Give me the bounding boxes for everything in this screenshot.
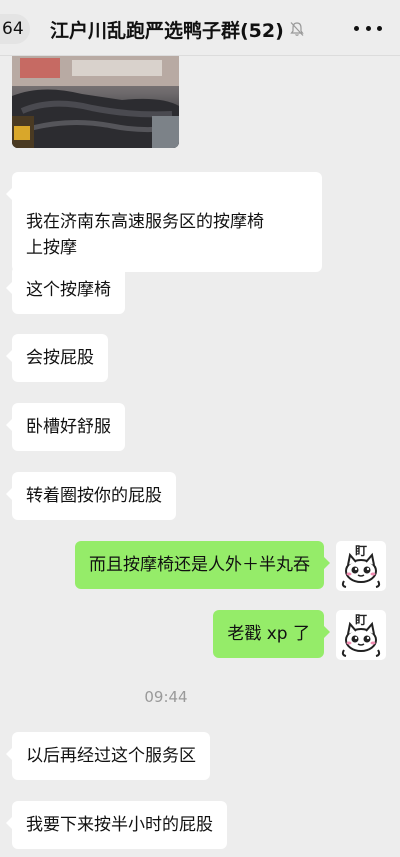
unread-count: 64	[2, 19, 24, 39]
chat-title: 江户川乱跑严选鸭子群(52)	[50, 14, 306, 44]
avatar-label: 盯	[354, 544, 367, 558]
message-text: 这个按摩椅	[26, 280, 111, 300]
message-text: 转着圈按你的屁股	[26, 486, 162, 506]
message-text: 而且按摩椅还是人外＋半丸吞	[89, 555, 310, 575]
message-bubble[interactable]: 我在济南东高速服务区的按摩椅 上按摩	[6, 172, 322, 272]
message-timestamp: 09:44	[144, 688, 188, 706]
message-text: 我在济南东高速服务区的按摩椅 上按摩	[26, 212, 264, 258]
avatar-label: 盯	[354, 613, 367, 627]
avatar[interactable]: 盯	[336, 541, 386, 591]
photo-illustration	[12, 56, 179, 148]
more-dots-icon[interactable]	[354, 22, 382, 34]
message-bubble[interactable]: 转着圈按你的屁股	[6, 472, 176, 520]
message-text: 以后再经过这个服务区	[26, 746, 196, 766]
message-bubble[interactable]: 会按屁股	[6, 334, 108, 382]
message-bubble-sent[interactable]: 而且按摩椅还是人外＋半丸吞	[75, 541, 330, 589]
message-bubble-sent[interactable]: 老戳 xp 了	[213, 610, 330, 658]
message-bubble[interactable]: 卧槽好舒服	[6, 403, 125, 451]
group-name: 江户川乱跑严选鸭子群(52)	[50, 19, 284, 42]
avatar[interactable]: 盯	[336, 610, 386, 660]
message-text: 老戳 xp 了	[227, 624, 310, 644]
message-text: 我要下来按半小时的屁股	[26, 815, 213, 835]
bell-slash-icon	[290, 22, 304, 36]
message-bubble[interactable]: 以后再经过这个服务区	[6, 732, 210, 780]
chat-header: 64 江户川乱跑严选鸭子群(52)	[0, 0, 400, 56]
message-text: 卧槽好舒服	[26, 417, 111, 437]
massage-chair-photo[interactable]	[12, 56, 179, 148]
back-button[interactable]: 64	[0, 14, 30, 44]
message-text: 会按屁股	[26, 348, 94, 368]
message-bubble[interactable]: 我要下来按半小时的屁股	[6, 801, 227, 849]
message-bubble[interactable]: 这个按摩椅	[6, 266, 125, 314]
